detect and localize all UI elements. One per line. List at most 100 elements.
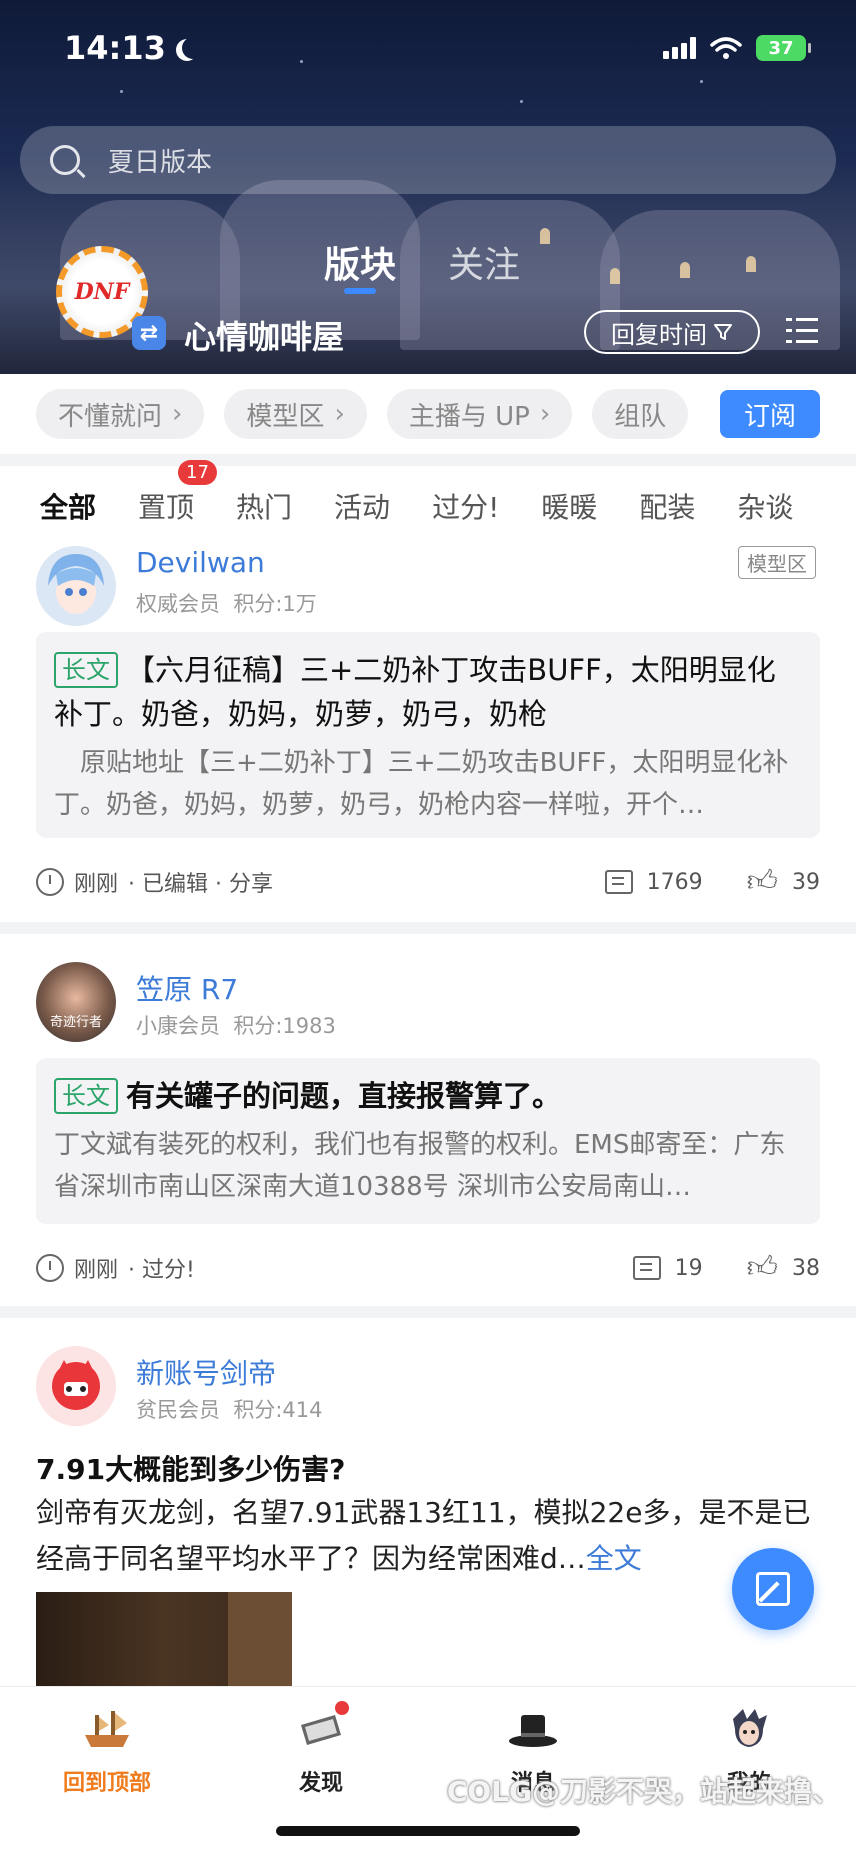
nav-label: 发现 <box>298 1771 343 1796</box>
search-input[interactable]: 夏日版本 <box>20 126 836 194</box>
post-extra[interactable]: · 已编辑 · 分享 <box>128 866 273 898</box>
chip-ask[interactable]: 不懂就问 › <box>36 389 205 439</box>
post-card[interactable]: 奇迹行者 笠原 R7 小康会员 积分:1983 长文 有关罐子的问题，直接报警算了… <box>0 934 856 1306</box>
search-icon <box>50 145 80 175</box>
chip-label: 不懂就问 <box>58 401 163 432</box>
tab-all[interactable]: 全部 <box>40 486 96 526</box>
subscribe-button[interactable]: 订阅 <box>720 390 820 438</box>
post-title-text: 【六月征稿】三+二奶补丁攻击BUFF，太阳明显化补丁。奶爸，奶妈，奶萝，奶弓，奶… <box>54 653 776 731</box>
comment-count: 1769 <box>646 869 703 895</box>
star-decoration <box>520 100 523 103</box>
nav-discover[interactable]: 发现 <box>256 1701 386 1797</box>
status-time: 14:13 <box>64 29 196 67</box>
nav-back-to-top[interactable]: 回到顶部 <box>42 1705 172 1797</box>
tab-board[interactable]: 版块 <box>324 236 396 294</box>
post-title[interactable]: 7.91大概能到多少伤害? <box>36 1448 345 1488</box>
chevron-right-icon: › <box>539 399 551 429</box>
home-indicator[interactable] <box>276 1826 580 1836</box>
user-meta: 权威会员 积分:1万 <box>136 588 317 618</box>
comment-icon[interactable] <box>632 1256 661 1280</box>
clock-text: 14:13 <box>64 29 166 67</box>
avatar[interactable] <box>36 546 116 626</box>
username[interactable]: Devilwan <box>136 546 265 579</box>
zone-tag[interactable]: 模型区 <box>738 546 816 579</box>
post-content-card[interactable]: 长文 【六月征稿】三+二奶补丁攻击BUFF，太阳明显化补丁。奶爸，奶妈，奶萝，奶弓… <box>36 632 820 838</box>
wifi-icon <box>710 37 742 59</box>
tab-pinned[interactable]: 置顶 17 <box>138 460 217 526</box>
post-time: 刚刚 <box>74 872 119 897</box>
chip-label: 组队 <box>614 401 667 432</box>
clock-icon <box>36 868 64 896</box>
post-content-card[interactable]: 长文 有关罐子的问题，直接报警算了。 丁文斌有装死的权利，我们也有报警的权利。EM… <box>36 1058 820 1224</box>
thumbs-up-icon[interactable]: 👍︎ <box>747 1250 778 1286</box>
sort-button[interactable]: 回复时间 <box>584 310 760 354</box>
post-extra[interactable]: · 过分! <box>128 1252 195 1284</box>
tab-excessive[interactable]: 过分! <box>432 486 499 526</box>
username[interactable]: 新账号剑帝 <box>136 1352 276 1392</box>
username[interactable]: 笠原 R7 <box>136 968 238 1008</box>
window-decoration <box>610 268 620 284</box>
status-icons: 37 <box>663 35 811 61</box>
board-header: 14:13 37 夏日版本 DNF 版块 关注 ⇄ 心情咖啡屋 回复时间 <box>0 0 856 374</box>
window-decoration <box>540 228 550 244</box>
thumbs-up-icon[interactable]: 👍︎ <box>747 864 778 900</box>
post-image[interactable] <box>36 1592 292 1686</box>
tab-label: 置顶 <box>138 491 195 524</box>
window-decoration <box>746 256 756 272</box>
tab-chat[interactable]: 杂谈 <box>737 486 793 526</box>
tab-follow[interactable]: 关注 <box>448 236 520 288</box>
tab-builds[interactable]: 配装 <box>639 486 695 526</box>
hat-icon <box>507 1705 559 1753</box>
compose-button[interactable] <box>732 1548 814 1630</box>
nav-label: 回到顶部 <box>62 1771 151 1796</box>
tab-events[interactable]: 活动 <box>334 486 390 526</box>
tab-hot[interactable]: 热门 <box>236 486 292 526</box>
clock-icon <box>36 1254 64 1282</box>
chip-label: 主播与 UP <box>408 401 530 432</box>
post-title-text: 有关罐子的问题，直接报警算了。 <box>126 1079 562 1113</box>
mascot-avatar-icon <box>36 1346 116 1426</box>
avatar[interactable]: 奇迹行者 <box>36 962 116 1042</box>
like-count: 38 <box>792 1255 820 1281</box>
like-count: 39 <box>792 869 820 895</box>
post-card[interactable]: Devilwan 权威会员 积分:1万 模型区 长文 【六月征稿】三+二奶补丁攻击… <box>0 546 856 922</box>
comment-icon[interactable] <box>604 870 633 894</box>
edit-icon <box>756 1572 790 1606</box>
subzone-chips: 不懂就问 › 模型区 › 主播与 UP › 组队 订阅 <box>0 374 856 454</box>
post-title: 长文 有关罐子的问题，直接报警算了。 <box>54 1074 802 1118</box>
post-excerpt: 丁文斌有装死的权利，我们也有报警的权利。EMS邮寄至：广东省深圳市南山区深南大道… <box>54 1130 786 1202</box>
category-tabs: 全部 置顶 17 热门 活动 过分! 暖暖 配装 杂谈 <box>0 460 856 546</box>
list-view-icon[interactable] <box>786 316 818 346</box>
image-detail <box>228 1592 292 1686</box>
switch-board-icon[interactable]: ⇄ <box>132 316 166 350</box>
count-badge: 17 <box>178 460 217 485</box>
chip-team[interactable]: 组队 <box>592 389 689 439</box>
chip-streamer[interactable]: 主播与 UP › <box>386 389 573 439</box>
post-time: 刚刚 <box>74 1258 119 1283</box>
signal-icon <box>663 37 696 59</box>
anime-avatar-icon <box>36 546 116 626</box>
user-rank: 贫民会员 <box>136 1398 220 1422</box>
post-card[interactable]: 新账号剑帝 贫民会员 积分:414 7.91大概能到多少伤害? 剑帝有灭龙剑，名… <box>0 1318 856 1686</box>
chevron-right-icon: › <box>172 399 183 429</box>
avatar-caption: 奇迹行者 <box>49 1015 102 1030</box>
watermark: COLG@刀影不哭，站起来撸、 <box>446 1775 840 1808</box>
user-meta: 小康会员 积分:1983 <box>136 1010 336 1040</box>
notification-dot <box>335 1701 349 1715</box>
window-decoration <box>680 262 690 278</box>
board-name[interactable]: 心情咖啡屋 <box>184 312 344 358</box>
read-full-link[interactable]: 全文 <box>586 1542 642 1575</box>
tab-warm[interactable]: 暖暖 <box>541 486 597 526</box>
star-decoration <box>120 90 123 93</box>
post-body-text: 剑帝有灭龙剑，名望7.91武器13红11，模拟22e多，是不是已经高于同名望平均… <box>36 1496 811 1575</box>
star-decoration <box>700 80 703 83</box>
search-placeholder: 夏日版本 <box>108 147 213 178</box>
logo-text: DNF <box>74 279 130 305</box>
comment-count: 19 <box>674 1255 703 1281</box>
long-post-tag: 长文 <box>54 1078 118 1114</box>
board-tabs: 版块 关注 <box>324 236 520 294</box>
battery-level: 37 <box>768 37 794 59</box>
chip-model[interactable]: 模型区 › <box>224 389 367 439</box>
avatar[interactable] <box>36 1346 116 1426</box>
post-meta: 刚刚 · 已编辑 · 分享 1769 👍︎ 39 <box>36 862 820 902</box>
